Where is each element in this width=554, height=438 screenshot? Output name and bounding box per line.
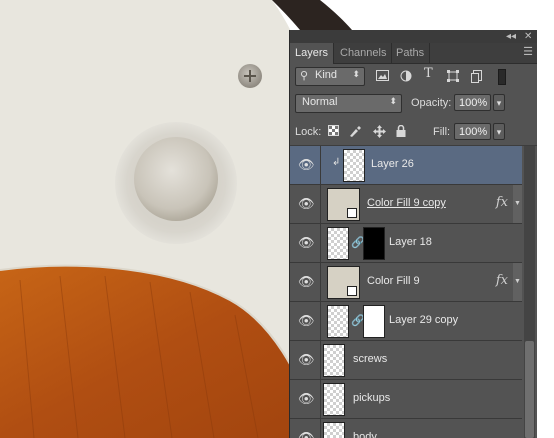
lock-label: Lock: [295,126,322,138]
fx-icon[interactable]: fx [496,195,508,210]
opacity-label: Opacity: [411,97,452,109]
visibility-toggle[interactable]: 👁 [290,419,321,438]
eye-icon: 👁 [298,430,315,438]
layer-name[interactable]: Color Fill 9 copy [367,197,446,209]
layer-thumbnail [323,422,345,438]
layer-name[interactable]: Layer 29 copy [389,314,458,326]
scrollbar-thumb[interactable] [525,341,534,438]
layer-row[interactable]: 👁 🔗 Layer 29 copy [290,302,522,341]
layers-scrollbar[interactable] [524,146,535,438]
lock-all-icon[interactable] [396,124,406,139]
filter-row: ⚲ Kind ⬍ T [290,64,537,88]
expand-effects-icon[interactable]: ▼ [513,185,522,223]
collapse-icon[interactable]: ◂◂ [506,30,516,43]
tab-channels[interactable]: Channels [335,43,393,63]
layer-thumbnail [343,149,365,182]
lock-transparent-icon[interactable] [328,125,339,138]
vector-mask-icon [347,208,357,218]
vector-mask-icon [347,286,357,296]
panel-menu-icon[interactable]: ☰ [523,45,533,58]
fill-layer-thumbnail [327,188,360,221]
eye-icon: 👁 [298,313,315,328]
layer-mask-thumbnail[interactable] [363,305,385,338]
blend-mode-select[interactable]: Normal ⬍ [295,94,402,113]
fx-icon[interactable]: fx [496,273,508,288]
layer-thumbnail [327,227,349,260]
visibility-toggle[interactable]: 👁 [290,380,321,418]
layer-thumbnail [327,305,349,338]
type-filter-icon[interactable]: T [424,67,433,80]
expand-effects-icon[interactable]: ▼ [513,263,522,301]
eye-icon: 👁 [298,391,315,406]
layer-name[interactable]: body [353,431,377,438]
visibility-toggle[interactable]: 👁 [290,146,321,184]
layer-thumbnail [323,383,345,416]
visibility-toggle[interactable]: 👁 [290,224,321,262]
filter-toggle[interactable] [498,69,506,85]
fill-layer-thumbnail [327,266,360,299]
visibility-toggle[interactable]: 👁 [290,185,321,223]
layer-row[interactable]: 👁 🔗 Layer 18 [290,224,522,263]
clipping-arrow-icon: ↲ [332,157,341,168]
layer-list: 👁 ↲ Layer 26 👁 Color Fill 9 copy fx ▼ 👁 … [290,146,537,438]
layer-mask-thumbnail[interactable] [363,227,385,260]
layer-name[interactable]: Layer 26 [371,158,414,170]
fill-input[interactable]: 100% [454,123,491,140]
visibility-toggle[interactable]: 👁 [290,341,321,379]
adjustment-filter-icon[interactable] [400,70,412,84]
lock-row: Lock: Fill: 100% ▾ [290,118,537,146]
layer-row[interactable]: 👁 pickups [290,380,522,419]
layer-row[interactable]: 👁 screws [290,341,522,380]
layer-name[interactable]: Color Fill 9 [367,275,420,287]
tab-paths[interactable]: Paths [391,43,431,63]
layer-row[interactable]: 👁 Color Fill 9 copy fx ▼ [290,185,522,224]
opacity-input[interactable]: 100% [454,94,491,111]
eye-icon: 👁 [298,196,315,211]
close-icon[interactable]: ✕ [524,30,532,43]
eye-icon: 👁 [298,274,315,289]
eye-icon: 👁 [298,352,315,367]
select-arrow-icon: ⬍ [352,69,360,79]
layer-row[interactable]: 👁 body [290,419,522,438]
kind-label: Kind [315,69,338,81]
tab-layers[interactable]: Layers [290,43,335,64]
fill-label: Fill: [433,126,451,138]
smart-object-filter-icon[interactable] [471,70,483,85]
layer-name[interactable]: screws [353,353,387,365]
image-filter-icon[interactable] [376,70,389,83]
eye-icon: 👁 [298,157,315,172]
blend-mode-value: Normal [302,96,338,108]
volume-knob [134,137,218,221]
visibility-toggle[interactable]: 👁 [290,263,321,301]
fill-dropdown-button[interactable]: ▾ [493,123,505,140]
select-arrow-icon: ⬍ [389,96,397,106]
panel-tabs: Layers Channels Paths ☰ [290,43,537,64]
lock-pixels-icon[interactable] [349,125,361,139]
kind-filter-select[interactable]: ⚲ Kind ⬍ [295,67,365,86]
layer-thumbnail [323,344,345,377]
layers-panel: ◂◂ ✕ Layers Channels Paths ☰ ⚲ Kind ⬍ T … [289,30,537,438]
panel-title-bar: ◂◂ ✕ [290,30,537,43]
opacity-dropdown-button[interactable]: ▾ [493,94,505,111]
shape-filter-icon[interactable] [447,70,459,84]
lock-position-icon[interactable] [373,125,386,140]
blend-row: Normal ⬍ Opacity: 100% ▾ [290,91,537,115]
layer-row[interactable]: 👁 ↲ Layer 26 [290,146,522,185]
search-icon: ⚲ [300,70,309,82]
eye-icon: 👁 [298,235,315,250]
layer-name[interactable]: pickups [353,392,390,404]
layer-row[interactable]: 👁 Color Fill 9 fx ▼ [290,263,522,302]
visibility-toggle[interactable]: 👁 [290,302,321,340]
layer-name[interactable]: Layer 18 [389,236,432,248]
